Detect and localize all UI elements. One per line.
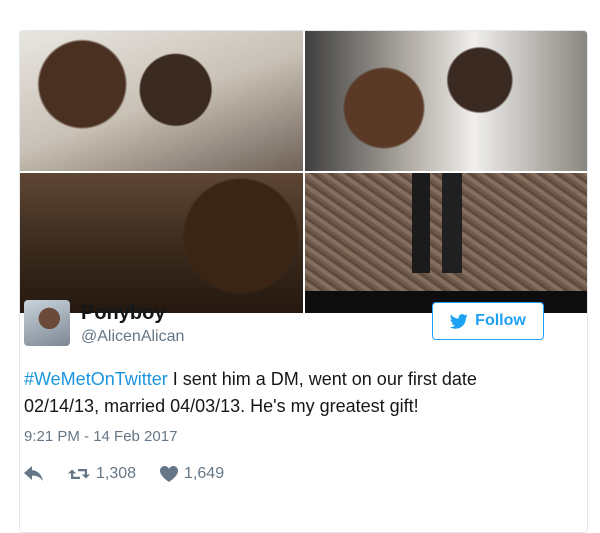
tweet-photo-1[interactable]	[20, 31, 303, 171]
tweet-card	[19, 30, 588, 533]
tweet-photo-4[interactable]	[305, 173, 587, 313]
tweet-actions: 1,308 1,649	[24, 462, 248, 486]
user-handle[interactable]: @AlicenAlican	[81, 328, 184, 346]
tweet-photo-3[interactable]	[20, 173, 303, 313]
follow-label: Follow	[475, 312, 526, 329]
display-name[interactable]: Ponyboy	[81, 302, 165, 325]
heart-icon	[160, 466, 179, 482]
tweet-text: #WeMetOnTwitter I sent him a DM, went on…	[24, 366, 554, 420]
retweet-button[interactable]: 1,308	[68, 465, 136, 483]
tweet-photo-2[interactable]	[305, 31, 587, 171]
follow-button[interactable]: Follow	[432, 302, 544, 340]
retweet-icon	[68, 469, 90, 479]
avatar[interactable]	[24, 300, 70, 346]
photo-detail	[400, 173, 480, 273]
retweet-count: 1,308	[96, 465, 137, 482]
like-count: 1,649	[184, 465, 225, 482]
reply-icon	[24, 466, 43, 481]
like-button[interactable]: 1,649	[160, 465, 224, 483]
tweet-timestamp[interactable]: 9:21 PM - 14 Feb 2017	[24, 428, 177, 445]
reply-button[interactable]	[24, 466, 44, 482]
photo-grid	[20, 31, 587, 313]
twitter-bird-icon	[450, 313, 468, 329]
hashtag-link[interactable]: #WeMetOnTwitter	[24, 369, 168, 389]
